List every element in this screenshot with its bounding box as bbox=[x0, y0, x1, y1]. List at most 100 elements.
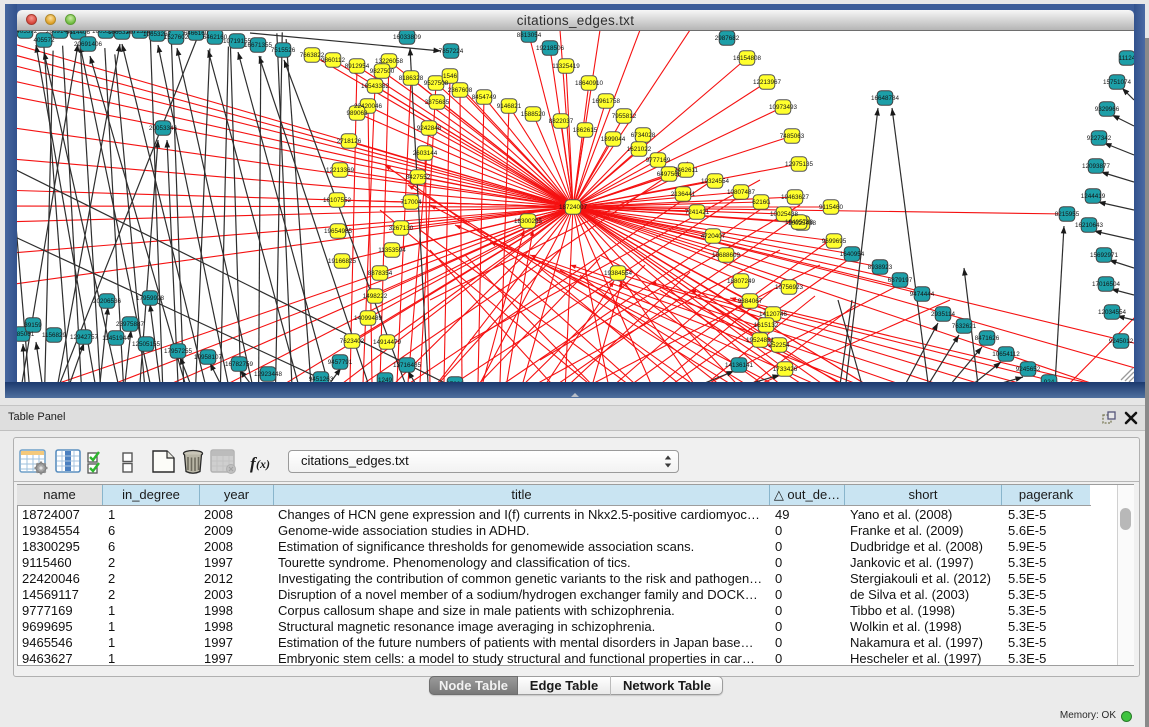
svg-text:10025438: 10025438 bbox=[770, 211, 799, 218]
svg-text:2987682: 2987682 bbox=[715, 35, 740, 42]
svg-text:3267130: 3267130 bbox=[389, 225, 414, 232]
svg-text:8186328: 8186328 bbox=[399, 75, 424, 82]
svg-text:1733426: 1733426 bbox=[773, 366, 798, 373]
svg-text:1485061: 1485061 bbox=[17, 331, 35, 338]
svg-text:1405572: 1405572 bbox=[17, 31, 38, 35]
svg-text:19324554: 19324554 bbox=[701, 178, 730, 185]
svg-text:(x): (x) bbox=[256, 457, 270, 471]
svg-text:16543382: 16543382 bbox=[361, 83, 390, 90]
svg-text:16107552: 16107552 bbox=[323, 197, 352, 204]
svg-text:8471626: 8471626 bbox=[975, 335, 1000, 342]
svg-text:252254: 252254 bbox=[768, 342, 790, 349]
svg-text:20206536: 20206536 bbox=[93, 298, 122, 305]
svg-text:7241421: 7241421 bbox=[685, 209, 710, 216]
svg-text:9699695: 9699695 bbox=[822, 238, 847, 245]
svg-text:23975887: 23975887 bbox=[116, 321, 145, 328]
svg-text:39159: 39159 bbox=[24, 322, 42, 329]
svg-text:19495788: 19495788 bbox=[785, 219, 814, 226]
svg-text:1498222: 1498222 bbox=[363, 293, 388, 300]
svg-text:9777169: 9777169 bbox=[646, 157, 671, 164]
svg-text:9457791: 9457791 bbox=[328, 359, 353, 366]
svg-text:9329966: 9329966 bbox=[1095, 106, 1120, 113]
svg-text:17957255: 17957255 bbox=[164, 348, 193, 355]
svg-text:11124: 11124 bbox=[1119, 55, 1134, 62]
svg-text:12923448: 12923448 bbox=[254, 371, 283, 378]
svg-text:15751074: 15751074 bbox=[1103, 79, 1132, 86]
svg-text:20053346: 20053346 bbox=[149, 125, 178, 132]
svg-text:16154808: 16154808 bbox=[733, 55, 762, 62]
svg-text:18300295: 18300295 bbox=[514, 218, 543, 225]
svg-text:10807487: 10807487 bbox=[727, 189, 756, 196]
svg-text:9146821: 9146821 bbox=[497, 103, 522, 110]
svg-text:9115460: 9115460 bbox=[819, 204, 844, 211]
svg-text:22420046: 22420046 bbox=[354, 103, 383, 110]
svg-text:1249: 1249 bbox=[378, 377, 393, 382]
svg-text:20691406: 20691406 bbox=[74, 41, 103, 48]
svg-text:62160: 62160 bbox=[752, 199, 770, 206]
svg-text:10756923: 10756923 bbox=[775, 284, 804, 291]
svg-text:13226058: 13226058 bbox=[375, 58, 404, 65]
svg-text:18807249: 18807249 bbox=[727, 278, 756, 285]
svg-text:87201: 87201 bbox=[446, 381, 464, 382]
svg-text:2367608: 2367608 bbox=[448, 87, 473, 94]
svg-text:2718126: 2718126 bbox=[337, 138, 362, 145]
svg-text:2935114: 2935114 bbox=[931, 311, 956, 318]
svg-text:10654112: 10654112 bbox=[992, 351, 1020, 358]
svg-text:7462611: 7462611 bbox=[674, 167, 699, 174]
svg-text:3875685: 3875685 bbox=[425, 99, 450, 106]
svg-text:18724007: 18724007 bbox=[559, 204, 588, 211]
svg-text:7632621: 7632621 bbox=[952, 323, 977, 330]
svg-text:12213369: 12213369 bbox=[326, 167, 355, 174]
svg-text:10688609: 10688609 bbox=[712, 252, 741, 259]
svg-text:16210643: 16210643 bbox=[1075, 222, 1104, 229]
svg-text:19654985: 19654985 bbox=[324, 228, 353, 235]
svg-text:2603144: 2603144 bbox=[413, 150, 438, 157]
svg-text:9474444: 9474444 bbox=[910, 291, 935, 298]
svg-text:16648784: 16648784 bbox=[871, 95, 900, 102]
svg-text:9245012: 9245012 bbox=[1109, 338, 1134, 345]
svg-text:924: 924 bbox=[1044, 379, 1055, 382]
svg-text:19218506: 19218506 bbox=[536, 45, 565, 52]
svg-text:989063: 989063 bbox=[346, 110, 368, 117]
svg-text:10958107: 10958107 bbox=[194, 354, 223, 361]
svg-text:4720407: 4720407 bbox=[701, 233, 726, 240]
svg-text:1588520: 1588520 bbox=[521, 111, 546, 118]
svg-text:9245652: 9245652 bbox=[1016, 366, 1041, 373]
svg-text:8878354: 8878354 bbox=[368, 270, 393, 277]
svg-text:1899044: 1899044 bbox=[601, 136, 626, 143]
svg-text:10973493: 10973493 bbox=[769, 104, 798, 111]
svg-text:9860112: 9860112 bbox=[321, 57, 346, 64]
svg-text:1640954: 1640954 bbox=[840, 251, 865, 258]
svg-text:19384554: 19384554 bbox=[604, 270, 633, 277]
svg-text:11451944: 11451944 bbox=[102, 335, 130, 342]
svg-text:9527508: 9527508 bbox=[424, 80, 449, 87]
svg-text:1621022: 1621022 bbox=[627, 146, 652, 153]
svg-text:9384067: 9384067 bbox=[738, 298, 763, 305]
svg-text:11353594: 11353594 bbox=[378, 247, 406, 254]
svg-text:17959928: 17959928 bbox=[136, 295, 165, 302]
svg-text:12034554: 12034554 bbox=[1098, 309, 1127, 316]
svg-text:1244419: 1244419 bbox=[1081, 193, 1106, 200]
svg-text:6734028: 6734028 bbox=[631, 132, 656, 139]
svg-text:18640910: 18640910 bbox=[575, 80, 604, 87]
svg-text:8215955: 8215955 bbox=[1055, 211, 1080, 218]
svg-text:7515526: 7515526 bbox=[271, 47, 296, 54]
svg-text:13716485: 13716485 bbox=[393, 362, 422, 369]
svg-text:16961758: 16961758 bbox=[592, 98, 621, 105]
svg-text:12093877: 12093877 bbox=[1082, 163, 1111, 170]
svg-text:14914479: 14914479 bbox=[373, 339, 402, 346]
svg-text:12213967: 12213967 bbox=[753, 79, 782, 86]
svg-text:2136441: 2136441 bbox=[671, 191, 696, 198]
svg-text:1156829: 1156829 bbox=[42, 332, 67, 339]
svg-text:1862615: 1862615 bbox=[573, 127, 598, 134]
svg-text:8454749: 8454749 bbox=[472, 94, 497, 101]
svg-text:7485063: 7485063 bbox=[780, 133, 805, 140]
svg-text:16033809: 16033809 bbox=[393, 34, 422, 41]
svg-text:8427552: 8427552 bbox=[406, 174, 431, 181]
svg-text:9827500: 9827500 bbox=[370, 68, 395, 75]
svg-text:16671355: 16671355 bbox=[244, 42, 273, 49]
svg-text:7955812: 7955812 bbox=[612, 113, 637, 120]
svg-text:12942757: 12942757 bbox=[70, 334, 99, 341]
svg-text:11325419: 11325419 bbox=[552, 63, 580, 70]
svg-text:717004: 717004 bbox=[400, 199, 422, 206]
